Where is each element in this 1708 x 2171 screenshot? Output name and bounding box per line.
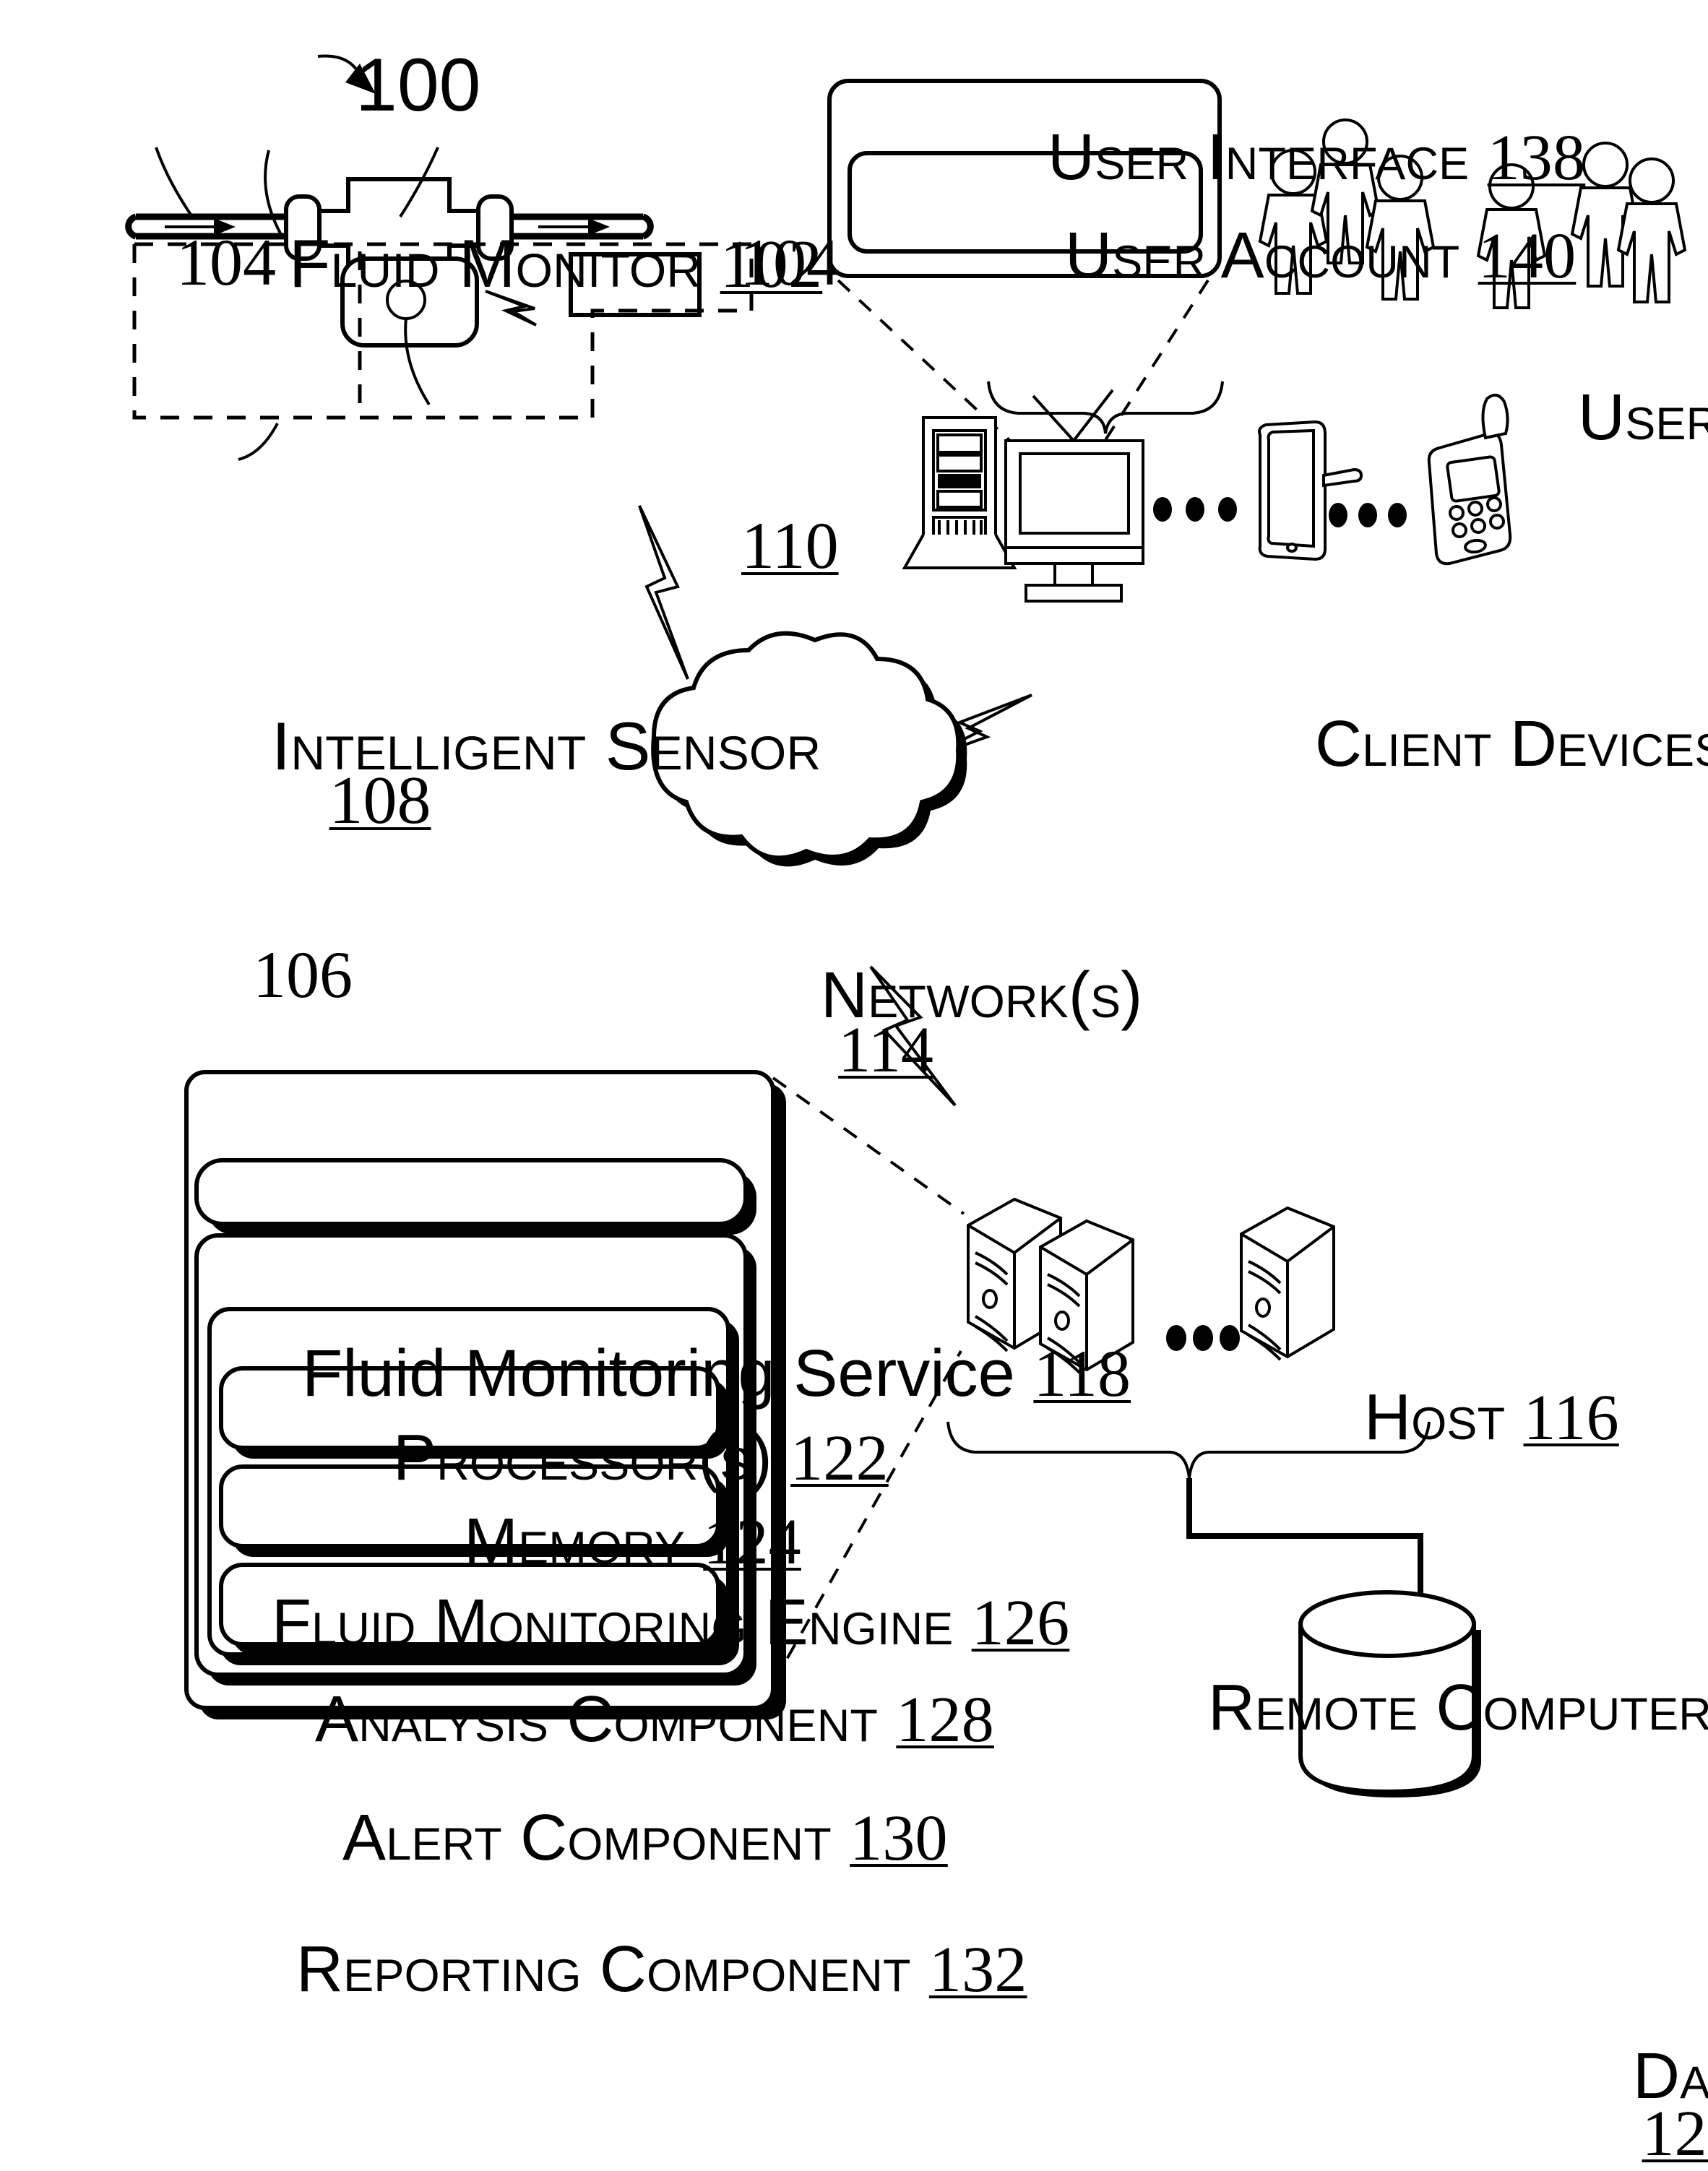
- fluid-monitoring-engine-text: Fluid Monitoring Engine: [272, 1587, 954, 1659]
- user-interface-leaders: [837, 279, 1209, 444]
- users-text: User(s): [1578, 381, 1708, 454]
- fluid-monitoring-service-label: Fluid Monitoring Service 118: [302, 1337, 1131, 1411]
- reporting-component-text: Reporting Component: [296, 1933, 911, 2006]
- fluid-monitor-text: Fluid Monitor: [289, 225, 702, 301]
- host-text: Host: [1364, 1381, 1506, 1454]
- analysis-component-ref: 128: [896, 1684, 994, 1756]
- desktop-tower-icon: [902, 416, 1017, 569]
- fluid-monitor-label: Fluid Monitor 102: [289, 225, 822, 303]
- user-account-ref: 140: [1478, 220, 1577, 292]
- pipe-left-ref: 104: [176, 225, 276, 299]
- host-label: Host 116: [1364, 1381, 1619, 1455]
- mobile-phone-icon: [1427, 393, 1512, 566]
- user-interface-label: User Interface 138: [1048, 121, 1585, 195]
- remote-computers-label: Remote Computer(s) 112: [1208, 1672, 1708, 1745]
- alert-component-label: Alert Component 130: [342, 1802, 948, 1876]
- memory-ref: 124: [703, 1506, 801, 1578]
- user-account-text: User Account: [1065, 220, 1460, 292]
- fluid-monitoring-service-text: Fluid Monitoring Service: [302, 1337, 1015, 1410]
- fluid-monitor-apparatus: [125, 147, 754, 461]
- user-interface-text: User Interface: [1048, 121, 1470, 194]
- figure-canvas: 100 104 104 Fluid Monitor 102 110 Intell…: [0, 0, 1708, 2170]
- processors-label: Processor(s) 122: [393, 1422, 889, 1495]
- processors-ref: 122: [790, 1423, 889, 1494]
- figure-number: 100: [355, 43, 481, 127]
- reporting-component-label: Reporting Component 132: [296, 1933, 1027, 2007]
- tablet-icon: [1258, 420, 1363, 561]
- fluid-monitor-ref: 102: [720, 227, 823, 302]
- fluid-monitoring-service-ref: 118: [1033, 1337, 1131, 1410]
- client-devices-icons: [902, 389, 1512, 603]
- host-ref: 116: [1523, 1382, 1619, 1454]
- fluid-monitoring-engine-ref: 126: [971, 1587, 1070, 1659]
- wireless-link-sensor-network: [638, 505, 689, 680]
- fluid-monitoring-engine-label: Fluid Monitoring Engine 126: [272, 1587, 1069, 1660]
- networks-ref: 114: [838, 1014, 933, 1086]
- analysis-component-label: Analysis Component 128: [315, 1683, 994, 1757]
- processors-text: Processor(s): [393, 1422, 772, 1494]
- data-store-ref: 120: [1642, 2098, 1708, 2170]
- memory-text: Memory: [464, 1506, 686, 1578]
- intelligent-sensor-ref: 108: [329, 763, 431, 838]
- transmitter-ref: 110: [741, 509, 839, 582]
- memory-label: Memory 124: [464, 1506, 801, 1579]
- analysis-component-text: Analysis Component: [315, 1683, 879, 1756]
- user-account-label: User Account 140: [1065, 220, 1576, 293]
- reporting-component-ref: 132: [928, 1934, 1027, 2006]
- environment-ref: 106: [253, 938, 353, 1011]
- client-devices-label: Client Devices 136: [1315, 708, 1708, 782]
- client-devices-text: Client Devices: [1315, 708, 1708, 780]
- alert-component-text: Alert Component: [342, 1802, 832, 1874]
- users-label: User(s) 134: [1578, 381, 1708, 455]
- alert-component-ref: 130: [850, 1803, 948, 1874]
- crt-monitor-icon: [1004, 389, 1144, 603]
- user-interface-ref: 138: [1487, 122, 1586, 194]
- client-devices-brace: [987, 381, 1224, 434]
- remote-computers-text: Remote Computer(s): [1208, 1672, 1708, 1744]
